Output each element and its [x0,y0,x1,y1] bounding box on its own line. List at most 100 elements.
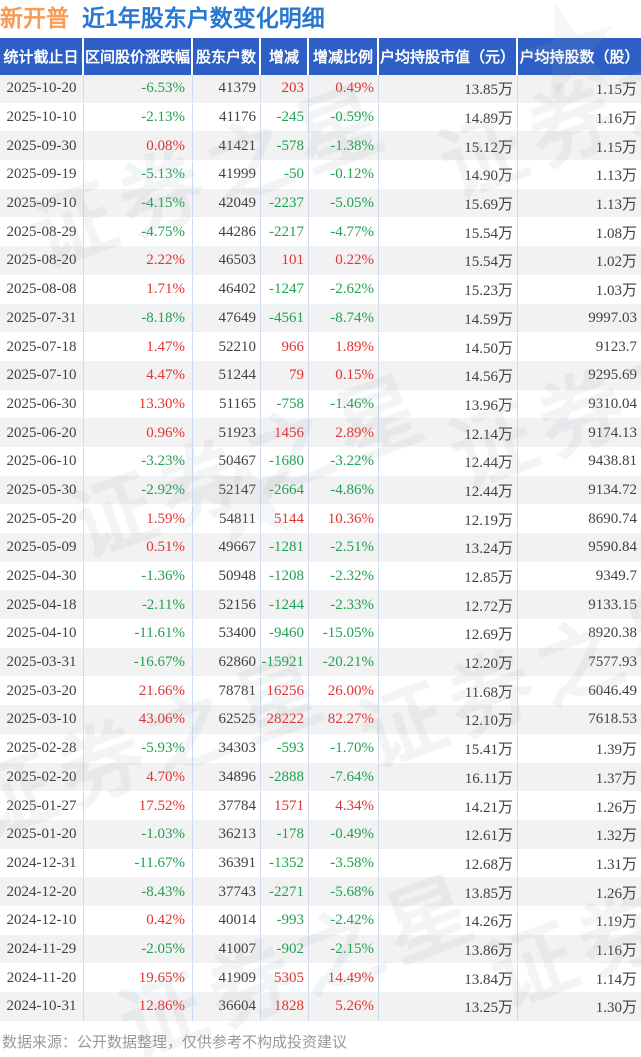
cell-date: 2025-05-09 [0,534,84,562]
cell-date: 2025-10-20 [0,75,84,103]
table-row: 2025-09-10 -4.15% 42049 -2237 -5.05% 15.69万 1.… [0,189,641,219]
cell-holder-count: 51923 [193,419,261,447]
cell-date: 2025-04-10 [0,620,84,648]
cell-holder-count: 37743 [193,878,261,906]
cell-date: 2025-09-19 [0,161,84,189]
cell-avg-holding-value: 12.44万 [379,476,518,505]
cell-price-change-pct: -5.93% [84,734,193,763]
cell-avg-holding-value: 12.69万 [379,620,518,648]
cell-holder-delta: 1571 [261,792,309,820]
cell-holder-count: 41421 [193,132,261,161]
cell-holder-delta-pct: -2.15% [309,935,379,964]
cell-holder-count: 34303 [193,734,261,763]
cell-holder-delta: -2888 [261,763,309,792]
cell-avg-holding-value: 14.56万 [379,361,518,390]
cell-price-change-pct: 1.47% [84,333,193,361]
cell-holder-delta-pct: 5.26% [309,993,379,1021]
cell-date: 2025-09-30 [0,132,84,161]
cell-date: 2024-10-31 [0,993,84,1021]
table-row: 2025-05-09 0.51% 49667 -1281 -2.51% 13.24万 959… [0,534,641,563]
cell-price-change-pct: -1.03% [84,820,193,849]
cell-avg-shares: 1.13万 [595,168,637,185]
cell-date: 2025-08-29 [0,218,84,247]
cell-holder-delta-pct: -5.05% [309,189,379,218]
table-row: 2025-06-30 13.30% 51165 -758 -1.46% 13.96万 931… [0,390,641,420]
cell-holder-delta-pct: -4.86% [309,476,379,505]
table-header-row: 统计截止日 区间股价涨跌幅 股东户数 增减 增减比例 户均持股市值（元） 户均持… [0,38,641,75]
cell-price-change-pct: -3.23% [84,447,193,476]
cell-avg-holding-value: 15.12万 [379,132,518,161]
cell-price-change-pct: 2.22% [84,247,193,275]
cell-holder-delta: -178 [261,820,309,849]
cell-holder-delta-pct: 2.89% [309,419,379,447]
cell-price-change-pct: 17.52% [84,792,193,820]
cell-price-change-pct: -1.36% [84,562,193,591]
cell-date: 2025-01-27 [0,792,84,820]
cell-price-change-pct: -11.61% [84,620,193,648]
cell-price-change-pct: 13.30% [84,390,193,419]
cell-holder-count: 41379 [193,75,261,103]
cell-holder-delta: 1456 [261,419,309,447]
cell-avg-holding-value: 14.50万 [379,333,518,361]
cell-date: 2024-12-10 [0,906,84,935]
cell-holder-count: 54811 [193,505,261,533]
cell-avg-shares: 1.26万 [595,885,637,902]
cell-holder-count: 62860 [193,648,261,677]
cell-holder-delta-pct: -0.59% [309,103,379,132]
cell-avg-shares: 9997.03 [588,309,637,326]
cell-holder-delta-pct: 0.15% [309,361,379,390]
cell-holder-count: 50948 [193,562,261,591]
page-title-text: 近1年股东户数变化明细 [82,5,325,31]
header-holder-delta: 增减 [261,38,309,75]
cell-holder-count: 78781 [193,677,261,706]
cell-avg-shares: 1.16万 [595,111,637,128]
cell-avg-shares: 1.39万 [595,742,637,759]
cell-holder-count: 40014 [193,906,261,935]
cell-holder-count: 47649 [193,304,261,333]
cell-avg-holding-value: 15.41万 [379,734,518,763]
cell-avg-holding-value: 13.85万 [379,878,518,906]
cell-avg-shares: 1.19万 [595,914,637,931]
cell-avg-holding-value: 14.59万 [379,304,518,333]
cell-avg-holding-value: 12.61万 [379,820,518,849]
cell-holder-delta: 1828 [261,993,309,1021]
cell-avg-shares: 1.37万 [595,770,637,787]
cell-holder-delta-pct: -2.32% [309,562,379,591]
cell-holder-count: 41007 [193,935,261,964]
cell-date: 2025-10-10 [0,103,84,132]
cell-avg-shares: 7618.53 [588,711,637,728]
cell-avg-holding-value: 12.10万 [379,706,518,734]
cell-price-change-pct: 4.70% [84,763,193,792]
cell-price-change-pct: 0.96% [84,419,193,447]
header-date: 统计截止日 [0,38,84,75]
cell-holder-delta: -15921 [261,648,309,677]
cell-avg-shares: 1.15万 [595,82,637,99]
cell-holder-count: 41909 [193,964,261,992]
cell-holder-delta: 203 [261,75,309,103]
table-row: 2025-01-20 -1.03% 36213 -178 -0.49% 12.61万 1.3… [0,820,641,850]
table-row: 2025-01-27 17.52% 37784 1571 4.34% 14.21万 1.26… [0,792,641,821]
table-row: 2025-03-20 21.66% 78781 16256 26.00% 11.68万 60… [0,677,641,707]
table-row: 2025-10-20 -6.53% 41379 203 0.49% 13.85万 1.15万 [0,75,641,104]
cell-date: 2025-03-20 [0,677,84,706]
table-row: 2024-12-20 -8.43% 37743 -2271 -5.68% 13.85万 1.… [0,878,641,907]
table-row: 2025-07-31 -8.18% 47649 -4561 -8.74% 14.59万 99… [0,304,641,334]
cell-holder-delta: -593 [261,734,309,763]
cell-date: 2025-05-30 [0,476,84,505]
cell-avg-holding-value: 13.24万 [379,534,518,562]
cell-holder-delta-pct: -0.12% [309,161,379,189]
cell-avg-holding-value: 13.25万 [379,993,518,1021]
cell-date: 2025-04-30 [0,562,84,591]
table-row: 2025-04-18 -2.11% 52156 -1244 -2.33% 12.72万 91… [0,591,641,621]
cell-avg-holding-value: 12.68万 [379,849,518,878]
cell-holder-count: 46503 [193,247,261,275]
table-row: 2025-02-20 4.70% 34896 -2888 -7.64% 16.11万 1.3… [0,763,641,793]
cell-price-change-pct: -5.13% [84,161,193,189]
header-avg-holding-value: 户均持股市值（元） [379,38,518,75]
cell-holder-delta: 79 [261,361,309,390]
cell-holder-delta-pct: -8.74% [309,304,379,333]
cell-price-change-pct: 0.08% [84,132,193,161]
cell-holder-delta-pct: 1.89% [309,333,379,361]
cell-holder-delta-pct: -7.64% [309,763,379,792]
cell-avg-shares: 8920.38 [588,625,637,642]
